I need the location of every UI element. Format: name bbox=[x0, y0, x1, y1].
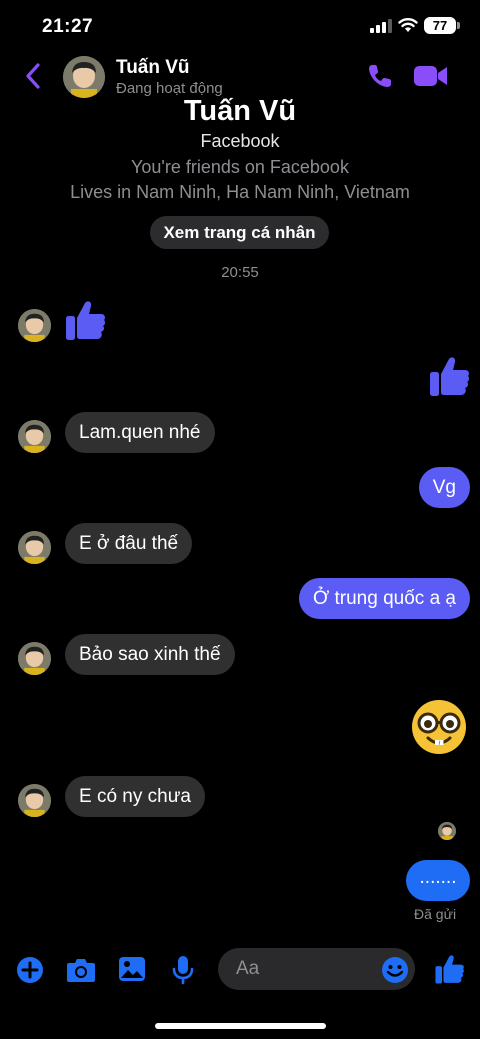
avatar-image bbox=[18, 784, 51, 817]
camera-icon[interactable] bbox=[66, 957, 96, 983]
wifi-icon bbox=[398, 18, 418, 32]
avatar-image bbox=[63, 56, 105, 98]
message-placeholder: Aa bbox=[236, 958, 260, 979]
seen-avatar bbox=[438, 822, 456, 840]
status-time: 21:27 bbox=[42, 16, 94, 37]
avatar-image bbox=[18, 420, 51, 453]
sender-avatar[interactable] bbox=[18, 531, 51, 564]
nerd-face-emoji-icon[interactable] bbox=[410, 698, 468, 756]
message-timestamp: 20:55 bbox=[221, 264, 259, 281]
header-avatar[interactable] bbox=[63, 56, 105, 98]
back-chevron-icon[interactable] bbox=[22, 62, 44, 90]
outgoing-message[interactable]: Ở trung quốc a ạ bbox=[298, 578, 470, 619]
avatar-image bbox=[18, 642, 51, 675]
battery-cap bbox=[457, 22, 460, 29]
sender-avatar[interactable] bbox=[18, 784, 51, 817]
cellular-signal-icon bbox=[370, 19, 392, 33]
friends-info: You're friends on Facebook bbox=[131, 157, 349, 177]
incoming-message[interactable]: E ở đâu thế bbox=[65, 523, 193, 564]
view-profile-button[interactable]: Xem trang cá nhân bbox=[150, 216, 329, 249]
video-call-icon[interactable] bbox=[413, 64, 449, 88]
sender-avatar[interactable] bbox=[18, 420, 51, 453]
thumbs-up-icon[interactable] bbox=[428, 354, 472, 398]
profile-platform: Facebook bbox=[200, 131, 280, 151]
battery-indicator: 77 bbox=[424, 17, 456, 34]
emoji-icon[interactable] bbox=[381, 956, 409, 984]
microphone-icon[interactable] bbox=[172, 955, 194, 985]
sender-avatar[interactable] bbox=[18, 309, 51, 342]
outgoing-message[interactable]: ....... bbox=[406, 860, 470, 901]
thumbs-up-icon[interactable] bbox=[434, 953, 466, 985]
sent-status: Đã gửi bbox=[414, 906, 457, 922]
incoming-message[interactable]: Lam.quen nhé bbox=[65, 412, 215, 453]
avatar-image bbox=[18, 309, 51, 342]
home-indicator[interactable] bbox=[155, 1023, 326, 1029]
contact-name[interactable]: Tuấn Vũ bbox=[116, 57, 190, 79]
avatar-image bbox=[438, 822, 456, 840]
incoming-message[interactable]: Bảo sao xinh thế bbox=[65, 634, 235, 675]
location-info: Lives in Nam Ninh, Ha Nam Ninh, Vietnam bbox=[70, 182, 410, 202]
sender-avatar[interactable] bbox=[18, 642, 51, 675]
phone-call-icon[interactable] bbox=[366, 62, 394, 90]
plus-icon[interactable] bbox=[16, 956, 44, 984]
outgoing-message[interactable]: Vg bbox=[418, 467, 470, 508]
photo-gallery-icon[interactable] bbox=[118, 956, 146, 982]
avatar-image bbox=[18, 531, 51, 564]
profile-name: Tuấn Vũ bbox=[183, 95, 297, 127]
thumbs-up-icon[interactable] bbox=[64, 298, 108, 342]
incoming-message[interactable]: E có ny chưa bbox=[65, 776, 205, 817]
